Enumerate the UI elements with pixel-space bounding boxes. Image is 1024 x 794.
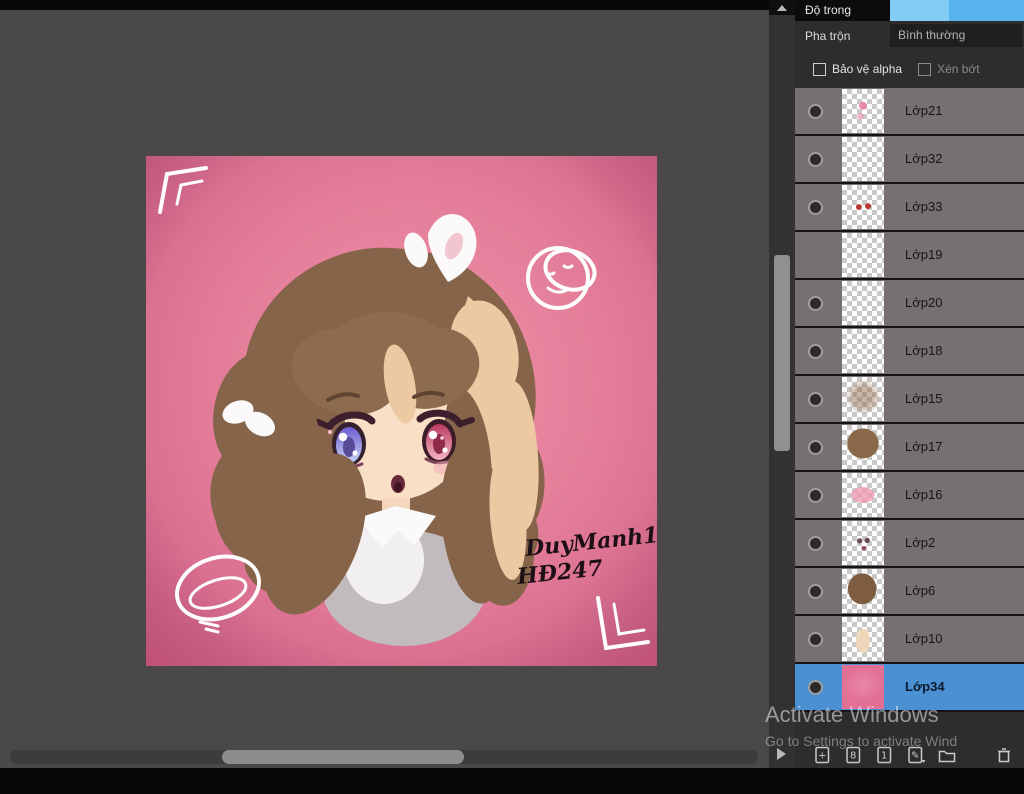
layer-visibility-toggle[interactable] [808,440,823,455]
opacity-label: Độ trong [795,0,890,21]
layer-row-Lớp19[interactable]: Lớp19 [795,232,1024,280]
layer-name: Lớp33 [905,199,943,214]
layer-row-Lớp18[interactable]: Lớp18 [795,328,1024,376]
layer-visibility-toggle[interactable] [808,488,823,503]
panel-expand-arrow-icon[interactable] [777,748,786,760]
blend-mode-select[interactable]: Bình thường [890,24,1022,47]
layer-name: Lớp21 [905,103,943,118]
blend-label: Pha trộn [805,28,851,43]
layer-thumbnail[interactable] [842,137,884,181]
bottom-black-strip [0,768,1024,794]
layer-row-Lớp32[interactable]: Lớp32 [795,136,1024,184]
layer-visibility-toggle[interactable] [808,152,823,167]
layer-visibility-toggle[interactable] [808,344,823,359]
layer-row-Lớp16[interactable]: Lớp16 [795,472,1024,520]
layer-visibility-toggle[interactable] [808,584,823,599]
layer-thumbnail[interactable] [842,665,884,709]
layer-thumbnail[interactable] [842,569,884,613]
layer-name: Lớp6 [905,583,936,598]
layer-visibility-toggle[interactable] [808,392,823,407]
delete-layer-icon[interactable] [994,745,1014,765]
layer-name: Lớp34 [905,679,945,694]
layer-thumbnail[interactable] [842,617,884,661]
layer-options-row: Bảo vệ alpha Xén bớt [795,50,1024,88]
layer-row-Lớp6[interactable]: Lớp6 [795,568,1024,616]
drawing-canvas[interactable]: DuyManh14 HĐ247 [146,156,657,666]
alpha-lock-checkbox[interactable] [813,62,826,76]
horizontal-scrollbar-thumb[interactable] [222,750,464,764]
layer-name: Lớp19 [905,247,943,262]
new-folder-icon[interactable] [937,745,957,765]
scroll-up-arrow-icon[interactable] [769,0,795,15]
layer-row-Lớp21[interactable]: Lớp21 [795,88,1024,136]
horizontal-scrollbar[interactable] [10,750,758,764]
clipping-label: Xén bớt [937,62,980,76]
blend-row: Pha trộn Bình thường [795,21,1024,50]
layer-name: Lớp10 [905,631,943,646]
opacity-slider-fill [890,0,949,21]
opacity-row: Độ trong [795,0,1024,21]
vertical-scrollbar[interactable] [769,0,795,768]
new-1bit-layer-icon[interactable]: 1 [875,745,895,765]
new-8bit-layer-icon[interactable]: 8 [844,745,864,765]
layer-thumbnail[interactable] [842,521,884,565]
svg-text:8: 8 [850,751,856,762]
vertical-scrollbar-thumb[interactable] [774,255,790,451]
top-black-strip [0,0,769,10]
new-layer-icon[interactable]: + [813,745,833,765]
layer-thumbnail[interactable] [842,281,884,325]
layer-name: Lớp20 [905,295,943,310]
layer-name: Lớp16 [905,487,943,502]
layer-thumbnail[interactable] [842,89,884,133]
layers-toolbar: +8 1 ✎ [795,742,1024,768]
layer-visibility-toggle[interactable] [808,536,823,551]
layer-name: Lớp15 [905,391,943,406]
layer-convert-icon[interactable]: ✎ [906,745,926,765]
layer-visibility-toggle[interactable] [808,104,823,119]
svg-text:✎: ✎ [911,751,919,762]
layer-row-Lớp10[interactable]: Lớp10 [795,616,1024,664]
layer-row-Lớp15[interactable]: Lớp15 [795,376,1024,424]
layer-thumbnail[interactable] [842,377,884,421]
svg-text:1: 1 [881,751,887,762]
layer-visibility-toggle[interactable] [808,200,823,215]
opacity-slider[interactable] [890,0,1024,21]
layer-name: Lớp18 [905,343,943,358]
layer-visibility-toggle[interactable] [808,632,823,647]
layer-row-Lớp34[interactable]: Lớp34 [795,664,1024,712]
layer-thumbnail[interactable] [842,425,884,469]
layer-name: Lớp32 [905,151,943,166]
alpha-lock-label: Bảo vệ alpha [832,62,903,76]
layer-row-Lớp2[interactable]: Lớp2 [795,520,1024,568]
layer-thumbnail[interactable] [842,233,884,277]
layers-panel: Độ trong Pha trộn Bình thường Bảo vệ alp… [795,0,1024,768]
layer-visibility-toggle[interactable] [808,296,823,311]
layer-row-Lớp33[interactable]: Lớp33 [795,184,1024,232]
layer-list: Lớp21 Lớp32 Lớp33 Lớp19 Lớp20 Lớp18 Lớp15 Lớp17… [795,88,1024,712]
layer-name: Lớp2 [905,535,936,550]
artwork-illustration: DuyManh14 HĐ247 [146,156,657,666]
layer-row-Lớp17[interactable]: Lớp17 [795,424,1024,472]
clipping-checkbox[interactable] [918,62,932,76]
svg-text:+: + [818,751,826,762]
layer-thumbnail[interactable] [842,329,884,373]
layer-name: Lớp17 [905,439,943,454]
paint-app-window: DuyManh14 HĐ247 Độ trong Pha trộn Bình t… [0,0,1024,794]
layer-thumbnail[interactable] [842,473,884,517]
layer-row-Lớp20[interactable]: Lớp20 [795,280,1024,328]
layer-thumbnail[interactable] [842,185,884,229]
layer-visibility-toggle[interactable] [808,680,823,695]
